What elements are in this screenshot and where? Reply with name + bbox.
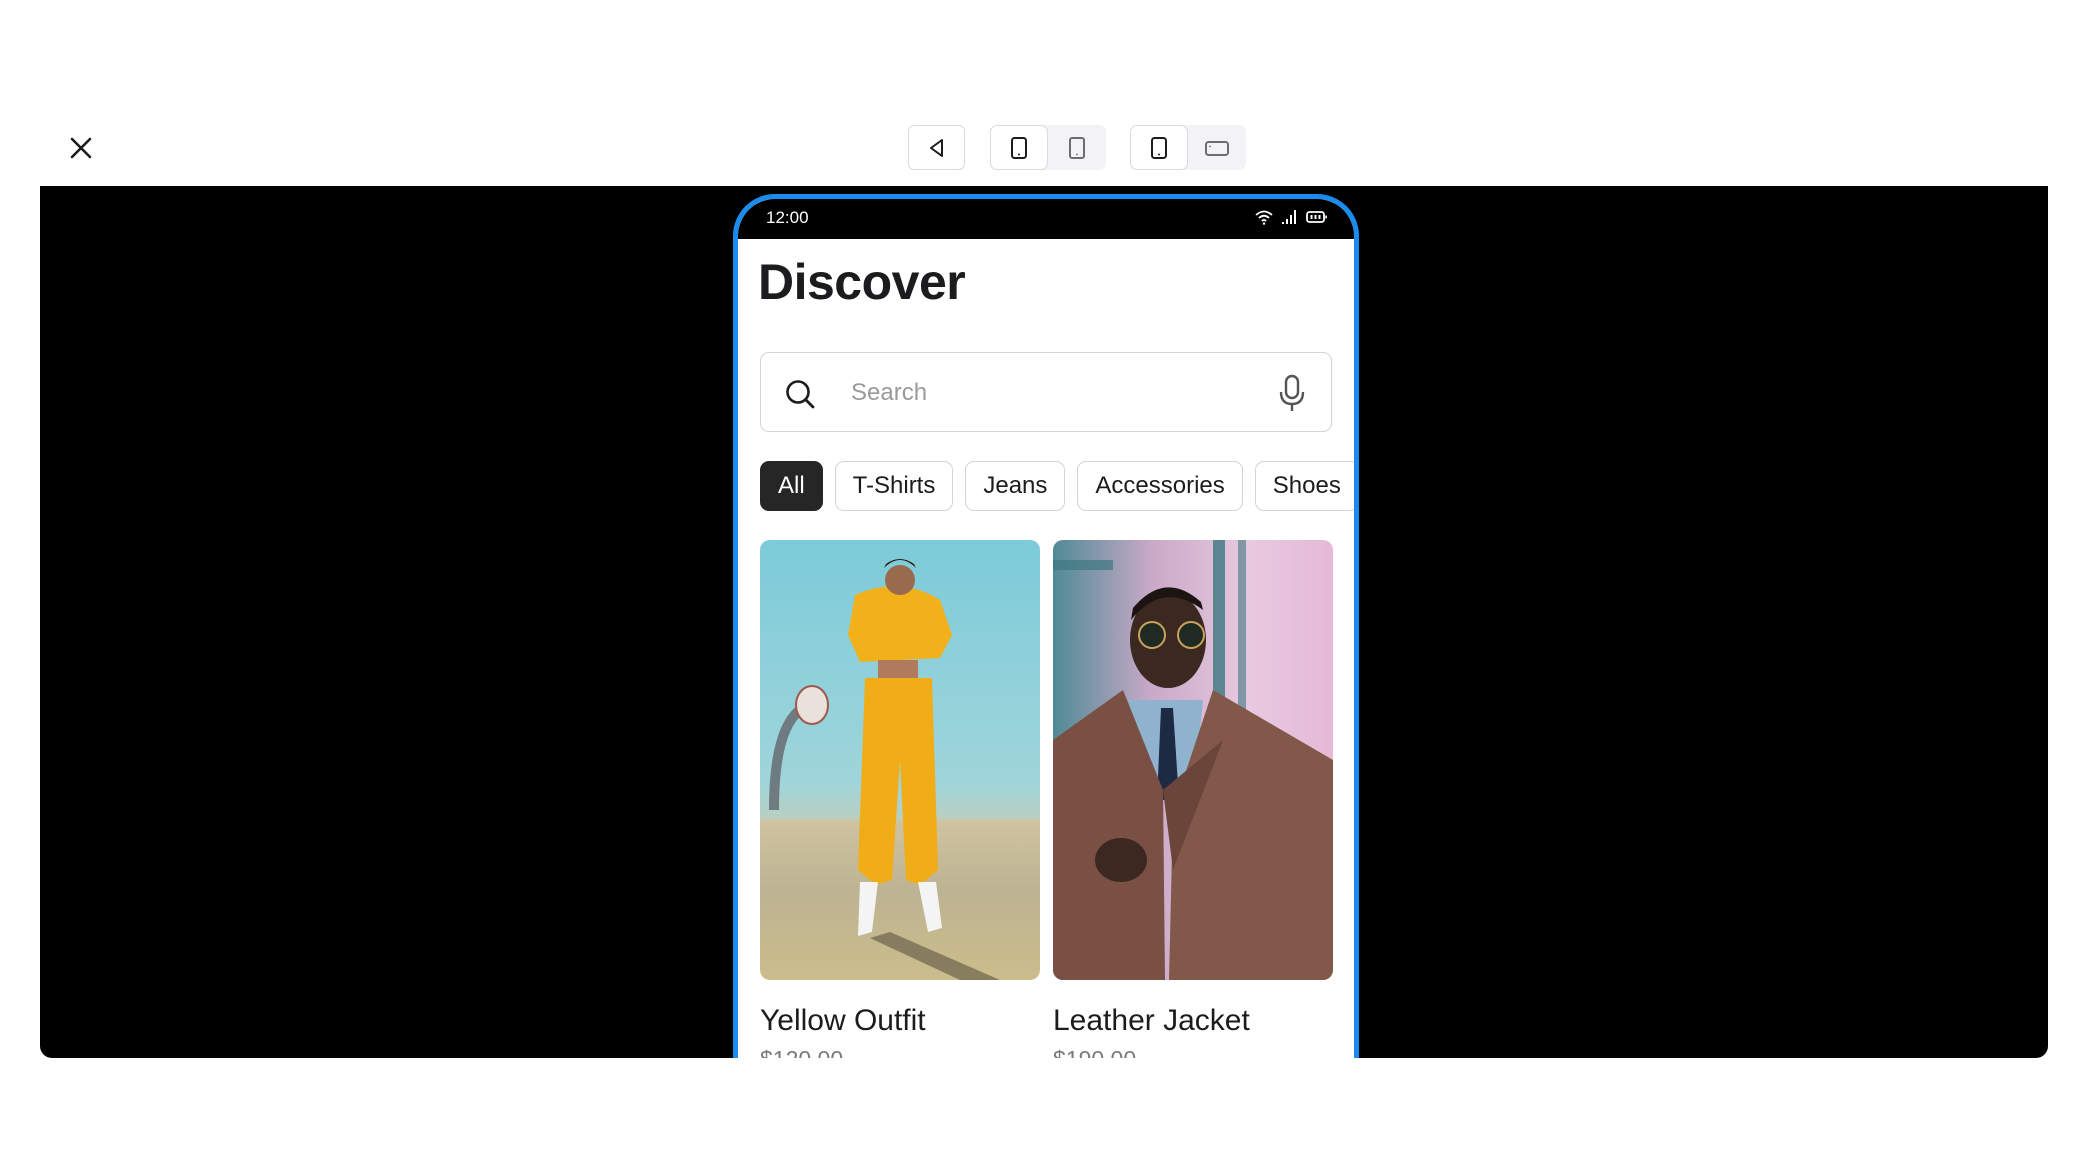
tablet-icon <box>1069 136 1085 159</box>
device-type-toggle <box>990 125 1106 170</box>
leather-jacket-photo <box>1053 540 1333 980</box>
landscape-button[interactable] <box>1188 125 1246 170</box>
category-chips: All T-Shirts Jeans Accessories Shoes <box>760 461 1354 511</box>
microphone-icon[interactable] <box>1277 373 1307 413</box>
status-time: 12:00 <box>766 208 809 227</box>
search-input[interactable] <box>851 373 1251 413</box>
close-icon <box>70 137 92 159</box>
product-grid: Yellow Outfit $120.00 <box>760 540 1333 1058</box>
yellow-outfit-photo <box>769 559 1000 980</box>
orientation-toggle <box>1130 125 1246 170</box>
product-image-yellow-outfit[interactable] <box>760 540 1040 980</box>
landscape-icon <box>1205 140 1229 156</box>
close-button[interactable] <box>66 133 96 163</box>
portrait-button[interactable] <box>1130 125 1188 170</box>
phone-device-button[interactable] <box>990 125 1048 170</box>
product-card[interactable]: Leather Jacket $190.00 <box>1053 540 1333 1058</box>
product-card[interactable]: Yellow Outfit $120.00 <box>760 540 1040 1058</box>
chip-jeans[interactable]: Jeans <box>965 461 1066 511</box>
chip-t-shirts[interactable]: T-Shirts <box>834 461 954 511</box>
product-price: $190.00 <box>1053 1046 1333 1058</box>
product-price: $120.00 <box>760 1046 1040 1058</box>
page-title: Discover <box>758 254 966 310</box>
battery-icon <box>1306 211 1327 223</box>
product-image-leather-jacket[interactable] <box>1053 540 1333 980</box>
search-bar <box>760 352 1332 432</box>
phone-icon <box>1011 136 1027 159</box>
back-button[interactable] <box>908 125 965 170</box>
search-icon <box>786 380 815 409</box>
tablet-device-button[interactable] <box>1048 125 1106 170</box>
device-preview-area: 12:00 Discover Search All T-Shirts Jeans… <box>40 186 2048 1058</box>
chip-shoes[interactable]: Shoes <box>1254 461 1354 511</box>
status-bar: 12:00 <box>738 199 1354 239</box>
signal-icon <box>1282 210 1296 224</box>
phone-frame: 12:00 Discover Search All T-Shirts Jeans… <box>733 194 1359 1058</box>
back-triangle-icon <box>929 138 943 157</box>
wifi-icon <box>1255 210 1273 225</box>
product-name: Yellow Outfit <box>760 1004 926 1037</box>
portrait-icon <box>1151 136 1167 159</box>
chip-all[interactable]: All <box>760 461 823 511</box>
chip-accessories[interactable]: Accessories <box>1077 461 1243 511</box>
product-name: Leather Jacket <box>1053 1004 1250 1037</box>
